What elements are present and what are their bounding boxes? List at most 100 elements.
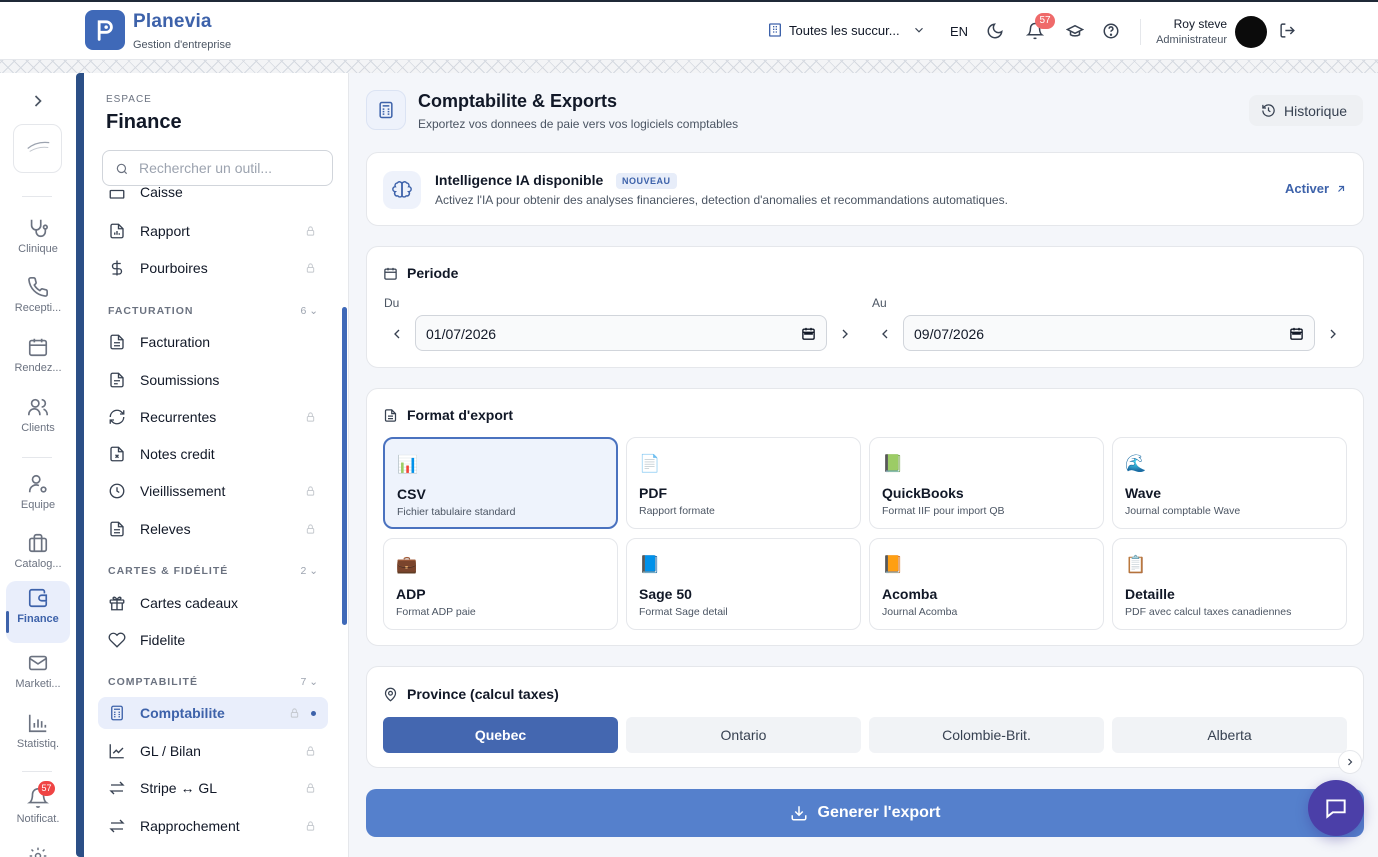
sidebar-section-cartes[interactable]: CARTES & FIDÉLITÉ 2 ⌄	[108, 565, 318, 577]
format-option-adp[interactable]: 💼 ADP Format ADP paie	[383, 538, 618, 630]
app-rail: Clinique Recepti... Rendez... Clients Eq…	[0, 73, 80, 857]
to-next-day-button[interactable]	[1325, 326, 1341, 342]
rail-item-label: Marketi...	[15, 678, 61, 690]
sidebar-item-label: Caisse	[140, 184, 183, 200]
sidebar-item-label: Recurrentes	[140, 409, 217, 425]
moon-icon[interactable]	[986, 22, 1004, 40]
sidebar-item-gl-bilan[interactable]: GL / Bilan	[98, 735, 328, 767]
activate-ai-link[interactable]: Activer	[1285, 181, 1347, 196]
sidebar-item-releves[interactable]: Releves	[98, 513, 328, 545]
from-date-input[interactable]: 01/07/2026	[415, 315, 827, 351]
calculator-icon	[111, 705, 123, 721]
calendar-picker-icon	[802, 327, 815, 340]
format-option-acomba[interactable]: 📙 Acomba Journal Acomba	[869, 538, 1104, 630]
sidebar-item-rapprochement[interactable]: Rapprochement	[98, 810, 328, 842]
company-logo[interactable]	[13, 124, 62, 173]
decorative-pattern-band	[0, 60, 1378, 73]
sidebar-item-vieillissement[interactable]: Vieillissement	[98, 475, 328, 507]
format-option-quickbooks[interactable]: 📗 QuickBooks Format IIF pour import QB	[869, 437, 1104, 529]
province-option-colombie-brit[interactable]: Colombie-Brit.	[869, 717, 1104, 753]
sidebar-item-label: Soumissions	[140, 372, 220, 388]
format-option-detaille[interactable]: 📋 Detaille PDF avec calcul taxes canadie…	[1112, 538, 1347, 630]
format-description: Fichier tabulaire standard	[397, 506, 516, 518]
generate-export-button[interactable]: Generer l'export	[366, 789, 1364, 837]
page-icon	[366, 90, 406, 130]
format-option-pdf[interactable]: 📄 PDF Rapport formate	[626, 437, 861, 529]
app-logo[interactable]	[85, 10, 125, 50]
sidebar-item-rapport[interactable]: Rapport	[98, 215, 328, 247]
province-option-quebec[interactable]: Quebec	[383, 717, 618, 753]
rail-item-marketing[interactable]: Marketi...	[4, 646, 72, 704]
format-option-csv[interactable]: 📊 CSV Fichier tabulaire standard	[383, 437, 618, 529]
rail-item-label: Statistiq.	[16, 738, 60, 750]
scroll-next-button[interactable]	[1338, 750, 1362, 774]
sidebar-item-pourboires[interactable]: Pourboires	[98, 252, 328, 284]
rail-item-label: Notificat.	[16, 813, 60, 825]
gift-icon	[109, 596, 125, 611]
sidebar-item-comptabilite[interactable]: Comptabilite	[98, 697, 328, 729]
sidebar-item-fidelite[interactable]: Fidelite	[98, 624, 328, 656]
rail-item-clients[interactable]: Clients	[4, 390, 72, 448]
format-option-sage-50[interactable]: 📘 Sage 50 Format Sage detail	[626, 538, 861, 630]
sidebar-item-recurrentes[interactable]: Recurrentes	[98, 401, 328, 433]
search-icon	[116, 163, 128, 175]
users-icon	[28, 398, 48, 416]
sidebar-item-label: Pourboires	[140, 260, 208, 276]
rail-item-statistiques[interactable]: Statistiq.	[4, 706, 72, 764]
format-option-wave[interactable]: 🌊 Wave Journal comptable Wave	[1112, 437, 1347, 529]
lock-icon	[306, 412, 315, 422]
branch-selector[interactable]: Toutes les succur...	[767, 22, 926, 38]
rail-item-equipe[interactable]: Equipe	[4, 467, 72, 525]
sidebar-item-label: Releves	[140, 521, 191, 537]
format-heading: Format d'export	[383, 407, 513, 423]
province-option-alberta[interactable]: Alberta	[1112, 717, 1347, 753]
help-icon[interactable]	[1102, 22, 1120, 40]
logout-icon[interactable]	[1279, 22, 1296, 39]
language-toggle[interactable]: EN	[950, 24, 968, 39]
sidebar-section-comptabilite[interactable]: COMPTABILITÉ 7 ⌄	[108, 676, 318, 688]
chevron-right-icon[interactable]	[28, 91, 48, 111]
file-text-icon	[384, 408, 397, 422]
sidebar-item-stripe-gl[interactable]: Stripe ↔ GL	[98, 772, 328, 804]
activate-label: Activer	[1285, 181, 1330, 196]
section-count: 7 ⌄	[300, 676, 318, 688]
rail-item-label: Rendez...	[14, 362, 62, 374]
sidebar-item-label: Cartes cadeaux	[140, 595, 239, 611]
sidebar-scrollbar[interactable]	[342, 307, 347, 625]
from-date-value: 01/07/2026	[426, 326, 497, 342]
format-description: Journal Acomba	[882, 606, 958, 618]
download-icon	[791, 806, 807, 821]
sidebar-section-facturation[interactable]: FACTURATION 6 ⌄	[108, 305, 318, 317]
arrows-swap-icon	[109, 781, 125, 795]
sidebar-item-label: Stripe ↔ GL	[140, 780, 218, 796]
rail-item-label: Recepti...	[14, 302, 62, 314]
history-button[interactable]: Historique	[1249, 95, 1363, 126]
report-icon	[110, 223, 124, 239]
avatar[interactable]	[1235, 16, 1267, 48]
to-date-input[interactable]: 09/07/2026	[903, 315, 1315, 351]
sidebar-search-input[interactable]: Rechercher un outil...	[102, 150, 333, 186]
from-next-day-button[interactable]	[837, 326, 853, 342]
to-prev-day-button[interactable]	[877, 326, 893, 342]
sidebar-item-label: Comptabilite	[140, 705, 225, 721]
building-icon	[769, 23, 781, 37]
sidebar-item-facturation[interactable]: Facturation	[98, 326, 328, 358]
graduation-cap-icon[interactable]	[1066, 22, 1084, 40]
province-option-ontario[interactable]: Ontario	[626, 717, 861, 753]
chat-button[interactable]	[1308, 780, 1364, 836]
rail-item-finance[interactable]: Finance	[6, 581, 70, 643]
rail-item-clinique[interactable]: Clinique	[4, 211, 72, 269]
gear-icon[interactable]	[28, 846, 48, 857]
from-prev-day-button[interactable]	[389, 326, 405, 342]
rail-item-catalogue[interactable]: Catalog...	[4, 526, 72, 584]
sidebar-item-cartes-cadeaux[interactable]: Cartes cadeaux	[98, 587, 328, 619]
rail-item-rendez-vous[interactable]: Rendez...	[4, 330, 72, 388]
rail-item-reception[interactable]: Recepti...	[4, 270, 72, 328]
rail-edge	[76, 73, 84, 857]
chevron-down-icon	[914, 27, 923, 33]
sidebar-item-notes-credit[interactable]: Notes credit	[98, 438, 328, 470]
arrows-swap-icon	[109, 819, 125, 833]
sidebar-item-soumissions[interactable]: Soumissions	[98, 364, 328, 396]
briefcase-icon	[28, 533, 48, 553]
calculator-icon	[379, 101, 393, 119]
